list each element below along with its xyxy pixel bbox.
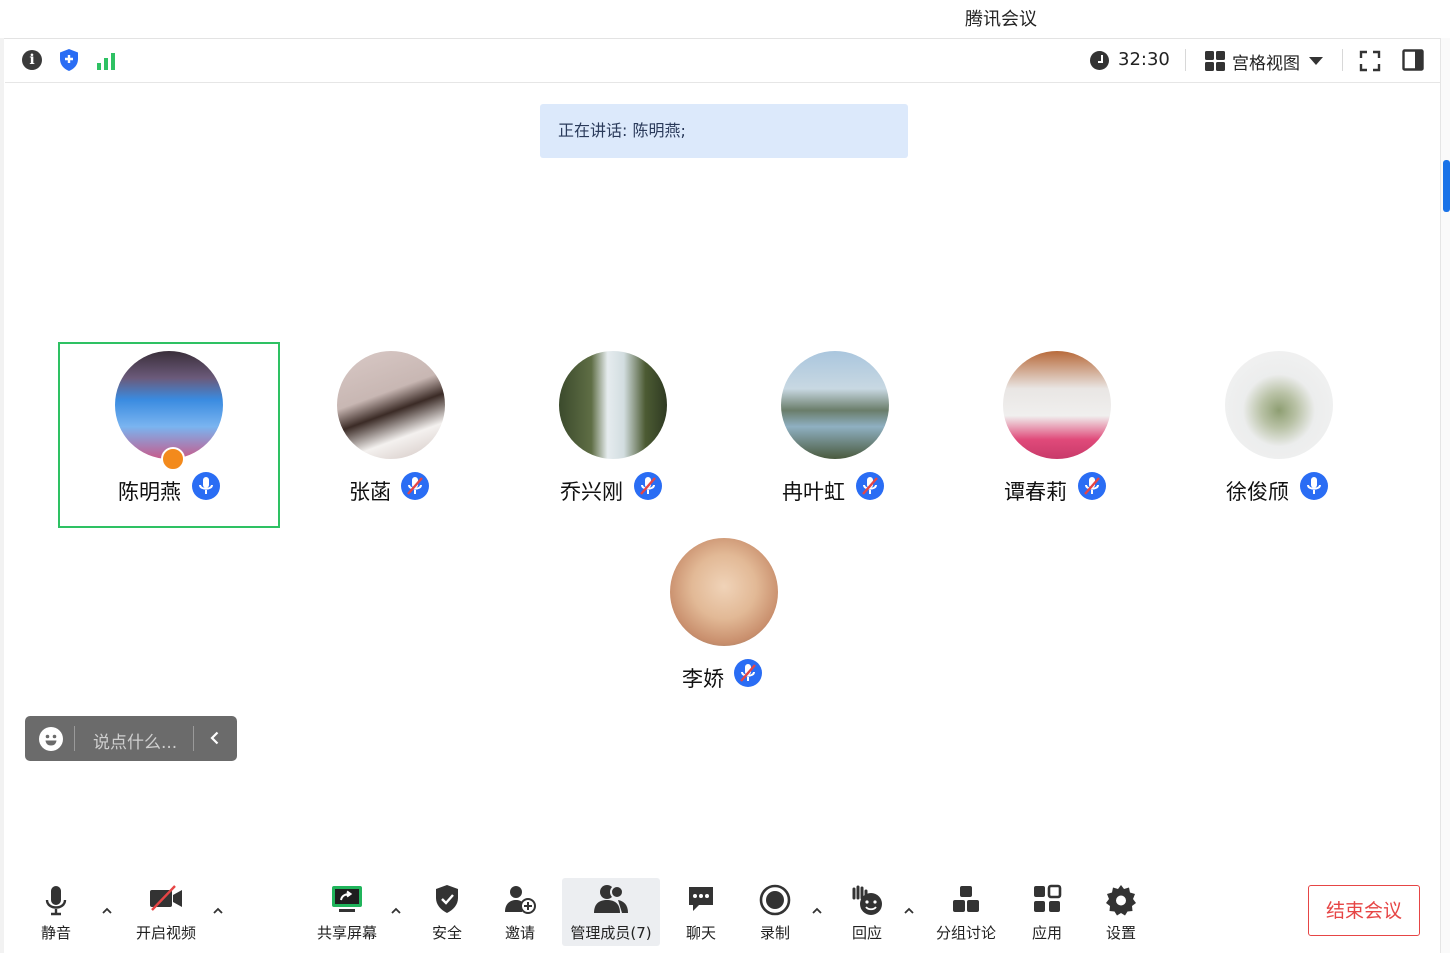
reaction-button[interactable]: 回应 [839, 870, 895, 946]
participant-name: 徐俊颀 [1226, 480, 1289, 504]
video-button[interactable]: 开启视频 [125, 870, 207, 946]
avatar [1225, 351, 1333, 459]
avatar [781, 351, 889, 459]
avatar [115, 351, 223, 459]
speaking-indicator: 正在讲话: 陈明燕; [540, 104, 908, 158]
participant-tile[interactable]: 冉叶虹 [724, 342, 946, 528]
participant-name: 张菡 [349, 480, 391, 504]
host-badge-icon [161, 447, 185, 471]
manage-members-button[interactable]: 管理成员(7) [562, 878, 660, 946]
share-screen-button[interactable]: 共享屏幕 [309, 870, 385, 946]
mic-on-icon [1300, 472, 1328, 500]
window-title: 腾讯会议 [965, 9, 1037, 30]
mic-muted-icon [1078, 472, 1106, 500]
grid-view-icon[interactable] [1205, 51, 1225, 71]
breakout-button[interactable]: 分组讨论 [929, 870, 1003, 946]
chevron-up-icon[interactable] [812, 906, 822, 916]
chat-button[interactable]: 聊天 [673, 870, 729, 946]
apps-label: 应用 [1031, 924, 1062, 942]
record-button[interactable]: 录制 [747, 870, 803, 946]
participant-name: 冉叶虹 [782, 480, 845, 504]
share-screen-label: 共享屏幕 [316, 924, 377, 942]
caret-down-icon[interactable] [1309, 57, 1323, 65]
record-icon [759, 884, 791, 916]
raise-hand-icon [852, 885, 882, 915]
chevron-left-icon[interactable] [206, 729, 224, 747]
avatar [1003, 351, 1111, 459]
mute-button[interactable]: 静音 [27, 870, 85, 946]
mute-label: 静音 [40, 924, 71, 942]
apps-grid-icon [1034, 884, 1062, 912]
divider [74, 726, 75, 751]
apps-button[interactable]: 应用 [1019, 870, 1075, 946]
avatar [670, 538, 778, 646]
info-icon[interactable]: i [22, 50, 42, 70]
top-toolbar: i 32:30 宫格视图 [5, 39, 1440, 83]
mic-muted-icon [401, 472, 429, 500]
participant-name: 陈明燕 [118, 480, 181, 504]
avatar [559, 351, 667, 459]
bottom-toolbar: 静音 开启视频 共享屏幕 安全 邀请 管理成员(7) 聊天 录制 回应 分组讨论… [5, 870, 1440, 953]
participant-name: 李娇 [682, 667, 724, 691]
chevron-up-icon[interactable] [904, 906, 914, 916]
reaction-label: 回应 [851, 924, 882, 942]
security-label: 安全 [431, 924, 462, 942]
video-label: 开启视频 [135, 924, 196, 942]
meeting-duration: 32:30 [1118, 49, 1170, 70]
members-icon [594, 885, 628, 913]
avatar [337, 351, 445, 459]
clock-icon [1090, 51, 1109, 70]
chat-icon [689, 887, 713, 911]
add-user-icon [505, 886, 536, 914]
security-button[interactable]: 安全 [419, 870, 475, 946]
mic-muted-icon [734, 659, 762, 687]
participant-tile[interactable]: 徐俊颀 [1168, 342, 1390, 528]
view-mode-button[interactable]: 宫格视图 [1232, 49, 1300, 74]
end-meeting-button[interactable]: 结束会议 [1308, 885, 1420, 936]
quick-chat-bar: 说点什么... [25, 716, 237, 761]
participant-tile[interactable]: 陈明燕 [58, 342, 280, 528]
title-bar: 腾讯会议 [0, 0, 1450, 39]
emoji-icon[interactable] [39, 727, 63, 751]
manage-members-label: 管理成员(7) [570, 924, 652, 942]
settings-button[interactable]: 设置 [1093, 870, 1149, 946]
settings-label: 设置 [1105, 924, 1136, 942]
participant-tile[interactable]: 张菡 [280, 342, 502, 528]
mic-muted-icon [634, 472, 662, 500]
shield-check-icon [436, 885, 458, 913]
chevron-up-icon[interactable] [102, 906, 112, 916]
window-frame-left [0, 38, 4, 953]
invite-label: 邀请 [504, 924, 535, 942]
fullscreen-icon[interactable] [1359, 50, 1381, 72]
gear-icon [1106, 885, 1136, 916]
chat-input[interactable]: 说点什么... [93, 728, 177, 753]
participant-name: 乔兴刚 [560, 480, 623, 504]
breakout-label: 分组讨论 [935, 924, 996, 942]
record-label: 录制 [759, 924, 790, 942]
participant-tile[interactable]: 谭春莉 [946, 342, 1168, 528]
camera-off-icon [150, 885, 182, 911]
participant-tile[interactable]: 乔兴刚 [502, 342, 724, 528]
shield-icon[interactable] [58, 48, 80, 72]
divider [1342, 49, 1343, 71]
microphone-icon [45, 886, 67, 916]
divider [193, 726, 194, 751]
sidebar-toggle-icon[interactable] [1402, 49, 1424, 71]
signal-icon[interactable] [96, 51, 118, 71]
scroll-indicator[interactable] [1443, 160, 1450, 212]
chevron-up-icon[interactable] [213, 906, 223, 916]
mic-muted-icon [856, 472, 884, 500]
chevron-up-icon[interactable] [391, 906, 401, 916]
chat-label: 聊天 [685, 924, 716, 942]
participant-tile[interactable]: 李娇 [613, 529, 835, 715]
share-screen-icon [332, 886, 362, 912]
breakout-rooms-icon [953, 886, 979, 912]
invite-button[interactable]: 邀请 [492, 870, 548, 946]
divider [1185, 49, 1186, 71]
participant-name: 谭春莉 [1004, 480, 1067, 504]
mic-on-icon [192, 472, 220, 500]
